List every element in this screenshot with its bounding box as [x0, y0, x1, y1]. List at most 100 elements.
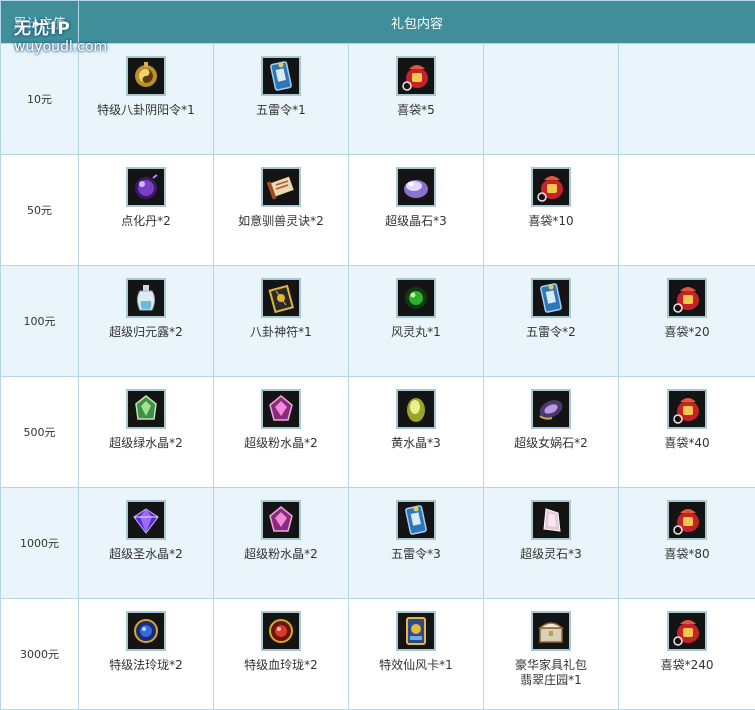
pink-crystal-icon [261, 389, 301, 429]
gift-item: 五雷令*1 [214, 44, 349, 155]
table-row: 3000元特级法玲珑*2 特级血玲珑*2 特效仙风卡*1 豪华家具礼包 翡翠庄园*1 喜… [1, 599, 755, 710]
gift-item-name: 喜袋*240 [661, 658, 714, 673]
gift-item-name: 喜袋*40 [664, 436, 709, 451]
gift-item-name: 豪华家具礼包 翡翠庄园*1 [515, 658, 587, 688]
gift-item-name: 特级法玲珑*2 [109, 658, 183, 673]
gift-item-name: 黄水晶*3 [391, 436, 441, 451]
gift-item: 特级血玲珑*2 [214, 599, 349, 710]
recharge-amount: 10元 [1, 44, 79, 155]
gift-item-name: 特级血玲珑*2 [244, 658, 318, 673]
gift-item-name: 喜袋*20 [664, 325, 709, 340]
gift-item: 如意驯兽灵诀*2 [214, 155, 349, 266]
blue-ring-icon [126, 611, 166, 651]
lucky-bag-icon [667, 389, 707, 429]
table-row: 1000元超级圣水晶*2 超级粉水晶*2 五雷令*3 超级灵石*3 喜袋*80 [1, 488, 755, 599]
recharge-amount: 500元 [1, 377, 79, 488]
purple-pill-icon [126, 167, 166, 207]
gift-item: 风灵丸*1 [349, 266, 484, 377]
gift-item-name: 特效仙风卡*1 [379, 658, 453, 673]
yellow-crystal-icon [396, 389, 436, 429]
gift-item: 八卦神符*1 [214, 266, 349, 377]
gift-item-name: 风灵丸*1 [391, 325, 441, 340]
gift-item: 特效仙风卡*1 [349, 599, 484, 710]
lucky-bag-icon [667, 500, 707, 540]
gift-item: 超级归元露*2 [79, 266, 214, 377]
gift-item-name: 五雷令*2 [526, 325, 576, 340]
gift-item: 五雷令*2 [484, 266, 619, 377]
gift-item-name: 喜袋*5 [397, 103, 435, 118]
gift-item: 超级女娲石*2 [484, 377, 619, 488]
diamond-icon [126, 500, 166, 540]
gift-item-name: 超级粉水晶*2 [244, 436, 318, 451]
gift-item: 黄水晶*3 [349, 377, 484, 488]
thunder-token-icon [396, 500, 436, 540]
lucky-bag-icon [667, 611, 707, 651]
gift-item: 超级粉水晶*2 [214, 377, 349, 488]
crystal-stone-icon [396, 167, 436, 207]
gift-item: 点化丹*2 [79, 155, 214, 266]
gift-item-name: 超级粉水晶*2 [244, 547, 318, 562]
green-crystal-icon [126, 389, 166, 429]
thunder-token-icon [531, 278, 571, 318]
reward-table: 累计充值 礼包内容 10元特级八卦阴阳令*1 五雷令*1 喜袋*5 50元点化丹*2 如… [0, 0, 755, 710]
recharge-amount: 100元 [1, 266, 79, 377]
gift-item-name: 喜袋*10 [528, 214, 573, 229]
thunder-token-icon [261, 56, 301, 96]
empty-cell [484, 44, 619, 155]
bagua-talisman-icon [261, 278, 301, 318]
gift-item-name: 超级绿水晶*2 [109, 436, 183, 451]
gift-item-name: 八卦神符*1 [250, 325, 312, 340]
table-row: 100元超级归元露*2 八卦神符*1 风灵丸*1 五雷令*2 喜袋*20 [1, 266, 755, 377]
spirit-stone-icon [531, 500, 571, 540]
potion-bottle-icon [126, 278, 166, 318]
recharge-amount: 50元 [1, 155, 79, 266]
gift-item-name: 喜袋*80 [664, 547, 709, 562]
gift-item-name: 特级八卦阴阳令*1 [97, 103, 195, 118]
yinyang-token-icon [126, 56, 166, 96]
nuwa-stone-icon [531, 389, 571, 429]
lucky-bag-icon [667, 278, 707, 318]
gift-item-name: 五雷令*1 [256, 103, 306, 118]
lucky-bag-icon [396, 56, 436, 96]
gift-item: 超级粉水晶*2 [214, 488, 349, 599]
gift-item-name: 点化丹*2 [121, 214, 171, 229]
gift-item: 超级灵石*3 [484, 488, 619, 599]
gift-item: 豪华家具礼包 翡翠庄园*1 [484, 599, 619, 710]
empty-cell [619, 44, 755, 155]
gift-item: 特级法玲珑*2 [79, 599, 214, 710]
gift-item-name: 如意驯兽灵诀*2 [238, 214, 324, 229]
recharge-amount: 1000元 [1, 488, 79, 599]
recharge-amount: 3000元 [1, 599, 79, 710]
gift-item-name: 超级归元露*2 [109, 325, 183, 340]
pink-crystal-icon [261, 500, 301, 540]
red-ring-icon [261, 611, 301, 651]
scroll-icon [261, 167, 301, 207]
header-row: 累计充值 礼包内容 [1, 1, 755, 44]
lucky-bag-icon [531, 167, 571, 207]
gift-column-header: 礼包内容 [79, 1, 755, 44]
gift-item: 超级绿水晶*2 [79, 377, 214, 488]
gift-item: 喜袋*20 [619, 266, 755, 377]
gift-item-name: 超级晶石*3 [385, 214, 447, 229]
gift-item: 特级八卦阴阳令*1 [79, 44, 214, 155]
gift-item-name: 超级灵石*3 [520, 547, 582, 562]
treasure-chest-icon [531, 611, 571, 651]
table-row: 50元点化丹*2 如意驯兽灵诀*2 超级晶石*3 喜袋*10 [1, 155, 755, 266]
gift-item: 五雷令*3 [349, 488, 484, 599]
gift-item: 喜袋*80 [619, 488, 755, 599]
gift-item: 喜袋*240 [619, 599, 755, 710]
gift-item: 喜袋*40 [619, 377, 755, 488]
gift-item-name: 超级圣水晶*2 [109, 547, 183, 562]
gift-item: 超级晶石*3 [349, 155, 484, 266]
table-row: 10元特级八卦阴阳令*1 五雷令*1 喜袋*5 [1, 44, 755, 155]
amount-column-header: 累计充值 [1, 1, 79, 44]
gift-item: 喜袋*10 [484, 155, 619, 266]
gift-item-name: 超级女娲石*2 [514, 436, 588, 451]
table-row: 500元超级绿水晶*2 超级粉水晶*2 黄水晶*3 超级女娲石*2 喜袋*40 [1, 377, 755, 488]
card-icon [396, 611, 436, 651]
empty-cell [619, 155, 755, 266]
green-orb-icon [396, 278, 436, 318]
gift-item-name: 五雷令*3 [391, 547, 441, 562]
gift-item: 超级圣水晶*2 [79, 488, 214, 599]
gift-item: 喜袋*5 [349, 44, 484, 155]
